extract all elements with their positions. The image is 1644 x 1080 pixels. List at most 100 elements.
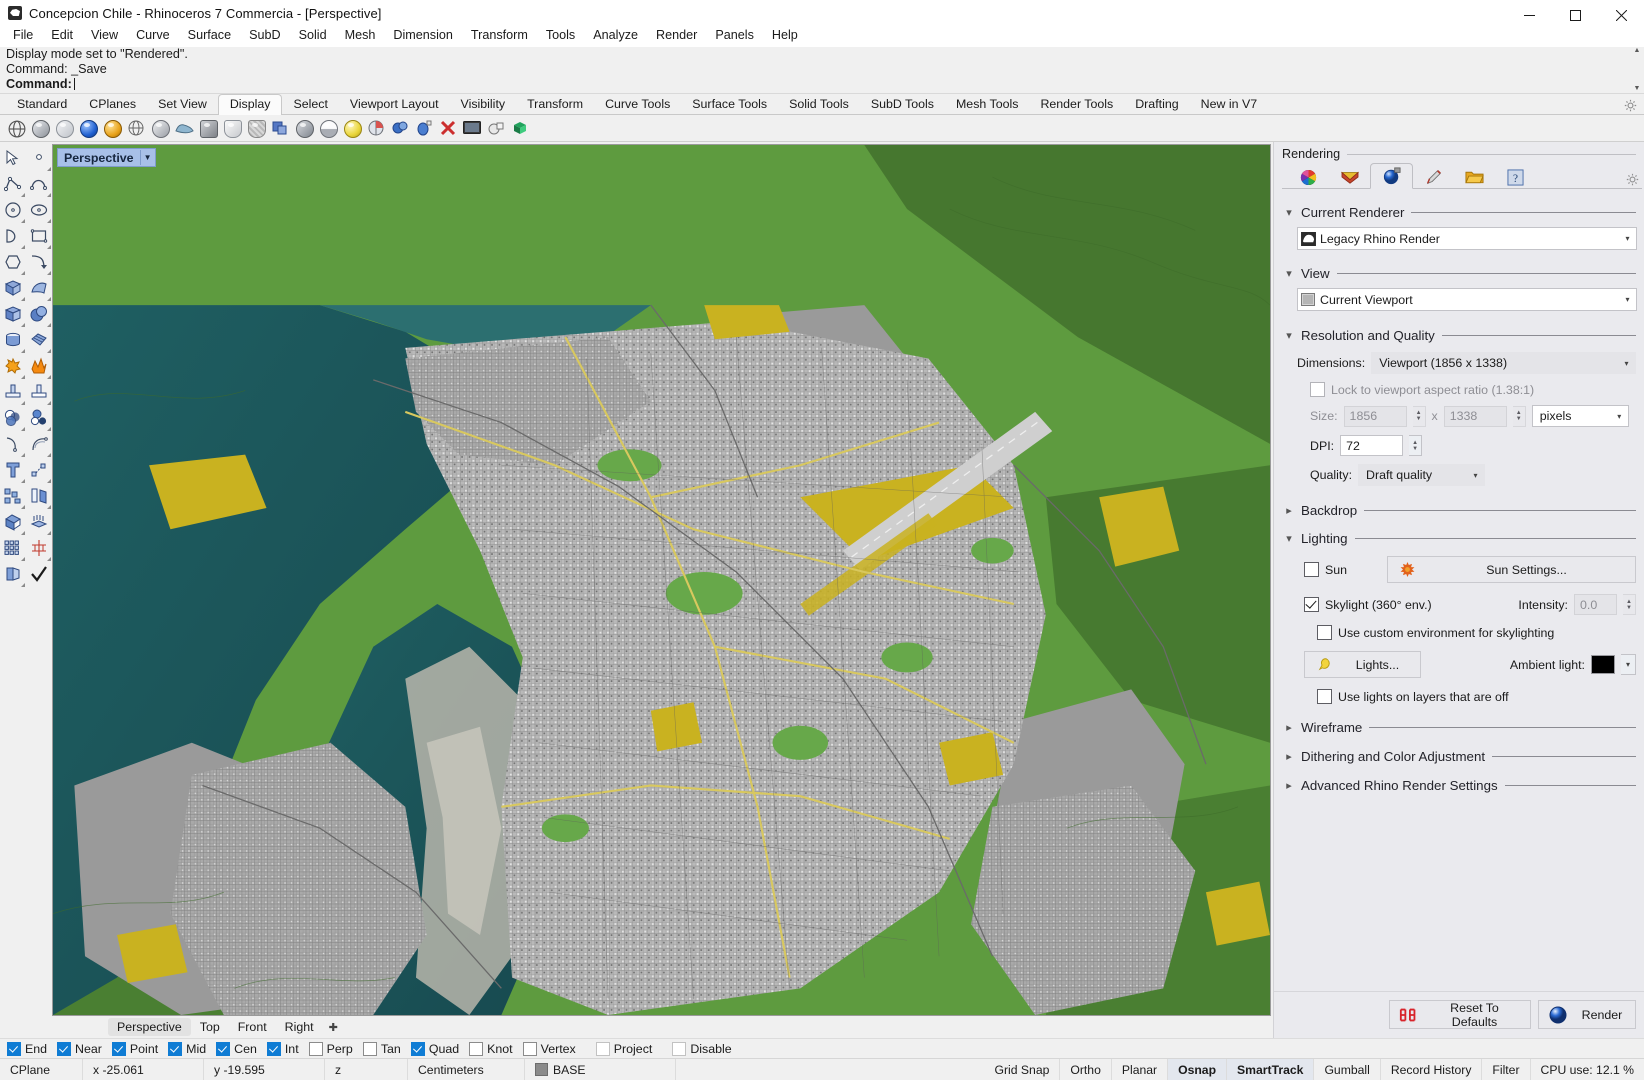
- osnap-end[interactable]: End: [7, 1041, 54, 1056]
- arctic-icon[interactable]: [101, 117, 123, 139]
- menu-item-transform[interactable]: Transform: [462, 25, 537, 45]
- status-cplane[interactable]: CPlane: [0, 1059, 83, 1080]
- lights-off-row[interactable]: Use lights on layers that are off: [1317, 689, 1636, 704]
- viewport-tab-top[interactable]: Top: [191, 1018, 229, 1036]
- dimensions-combobox[interactable]: Viewport (1856 x 1338) ▾: [1371, 352, 1636, 374]
- section-header-backdrop[interactable]: ▸ Backdrop: [1284, 503, 1636, 518]
- toolbar-tab-viewport-layout[interactable]: Viewport Layout: [339, 95, 450, 114]
- lock-aspect-row[interactable]: Lock to viewport aspect ratio (1.38:1): [1310, 382, 1636, 397]
- chevron-down-icon[interactable]: ▾: [1284, 206, 1294, 219]
- boolean-union-icon[interactable]: [0, 406, 26, 432]
- status-layer[interactable]: BASE: [525, 1059, 676, 1080]
- menu-item-tools[interactable]: Tools: [537, 25, 584, 45]
- toolbar-tab-render-tools[interactable]: Render Tools: [1029, 95, 1124, 114]
- fillet-icon[interactable]: [26, 432, 52, 458]
- menu-item-curve[interactable]: Curve: [127, 25, 179, 45]
- raytraced-icon[interactable]: [221, 117, 243, 139]
- command-scrollbar[interactable]: ▲ ▼: [1630, 47, 1644, 93]
- size-width-stepper[interactable]: ▲ ▼: [1412, 405, 1426, 427]
- command-area[interactable]: Display mode set to "Rendered". Command:…: [0, 47, 1644, 94]
- osnap-near[interactable]: Near: [57, 1041, 109, 1056]
- chevron-down-icon[interactable]: ▾: [1619, 295, 1636, 304]
- section-header-resolution[interactable]: ▾ Resolution and Quality: [1284, 328, 1636, 343]
- gear-icon[interactable]: [1624, 99, 1637, 112]
- ambient-light-swatch[interactable]: [1591, 655, 1615, 674]
- osnap-point-checkbox[interactable]: [111, 1041, 126, 1056]
- toolbar-tab-transform[interactable]: Transform: [516, 95, 594, 114]
- text-icon[interactable]: [0, 458, 26, 484]
- osnap-near-checkbox[interactable]: [57, 1041, 72, 1056]
- status-record-history[interactable]: Record History: [1381, 1059, 1483, 1080]
- dpi-stepper[interactable]: ▲ ▼: [1409, 435, 1423, 456]
- toolbar-tab-drafting[interactable]: Drafting: [1124, 95, 1189, 114]
- chevron-down-icon[interactable]: ▾: [1284, 267, 1294, 280]
- section-header-wireframe[interactable]: ▸ Wireframe: [1284, 720, 1636, 735]
- osnap-int-checkbox[interactable]: [266, 1041, 281, 1056]
- chevron-down-icon[interactable]: ▾: [1467, 471, 1484, 480]
- boolean-icon[interactable]: [26, 354, 52, 380]
- pen-icon[interactable]: [173, 117, 195, 139]
- surface-patch-icon[interactable]: [26, 328, 52, 354]
- menu-item-dimension[interactable]: Dimension: [384, 25, 462, 45]
- surface-extrude-icon[interactable]: [26, 276, 52, 302]
- viewport-tab-right[interactable]: Right: [276, 1018, 323, 1036]
- environments-tab[interactable]: [1329, 165, 1370, 189]
- ellipse-icon[interactable]: [26, 198, 52, 224]
- osnap-mid[interactable]: Mid: [168, 1041, 213, 1056]
- menu-item-help[interactable]: Help: [763, 25, 807, 45]
- extrude-icon[interactable]: [26, 510, 52, 536]
- osnap-mid-checkbox[interactable]: [168, 1041, 183, 1056]
- menu-item-analyze[interactable]: Analyze: [584, 25, 647, 45]
- menu-item-subd[interactable]: SubD: [240, 25, 290, 45]
- fillet-curve-icon[interactable]: [26, 250, 52, 276]
- section-header-current-renderer[interactable]: ▾ Current Renderer: [1284, 205, 1636, 220]
- toolbar-tab-subd-tools[interactable]: SubD Tools: [860, 95, 945, 114]
- surface-from-curves-icon[interactable]: [0, 276, 26, 302]
- shell-icon[interactable]: [0, 510, 26, 536]
- lights-button[interactable]: Lights...: [1304, 651, 1421, 678]
- toolbar-tab-mesh-tools[interactable]: Mesh Tools: [945, 95, 1029, 114]
- menu-item-panels[interactable]: Panels: [706, 25, 763, 45]
- box-icon[interactable]: [0, 302, 26, 328]
- section-header-lighting[interactable]: ▾ Lighting: [1284, 531, 1636, 546]
- materials-tab[interactable]: [1288, 165, 1329, 189]
- artistic-icon[interactable]: [197, 117, 219, 139]
- dimension-icon[interactable]: [26, 458, 52, 484]
- size-width-input[interactable]: 1856: [1343, 405, 1407, 427]
- size-units-combobox[interactable]: pixels ▾: [1531, 405, 1629, 427]
- chevron-down-icon[interactable]: ▾: [1619, 234, 1636, 243]
- display-options-icon[interactable]: [269, 117, 291, 139]
- osnap-cen-checkbox[interactable]: [216, 1041, 231, 1056]
- status-ortho[interactable]: Ortho: [1060, 1059, 1112, 1080]
- minimize-icon[interactable]: [1506, 0, 1552, 31]
- osnap-vertex-checkbox[interactable]: [522, 1041, 537, 1056]
- array-icon[interactable]: [0, 484, 26, 510]
- skylight-checkbox[interactable]: [1304, 597, 1319, 612]
- menu-item-file[interactable]: File: [4, 25, 42, 45]
- grid-array-icon[interactable]: [0, 536, 26, 562]
- section-header-advanced[interactable]: ▸ Advanced Rhino Render Settings: [1284, 778, 1636, 793]
- gear-icon[interactable]: [1626, 173, 1639, 186]
- render-button[interactable]: Render: [1538, 1000, 1636, 1029]
- explode-icon[interactable]: [0, 354, 26, 380]
- osnap-quad[interactable]: Quad: [410, 1041, 466, 1056]
- lights-on-off-layers-checkbox[interactable]: [1317, 689, 1332, 704]
- custom-env-row[interactable]: Use custom environment for skylighting: [1317, 625, 1636, 640]
- osnap-quad-checkbox[interactable]: [410, 1041, 425, 1056]
- dpi-input[interactable]: 72: [1340, 435, 1404, 456]
- copy-icon[interactable]: [0, 562, 26, 588]
- trim-icon[interactable]: [0, 380, 26, 406]
- perspective-viewport[interactable]: Perspective ▼: [52, 144, 1271, 1016]
- osnap-perp[interactable]: Perp: [308, 1041, 360, 1056]
- toolbar-tab-standard[interactable]: Standard: [6, 95, 78, 114]
- viewport-title-bar[interactable]: Perspective ▼: [57, 148, 156, 167]
- osnap-knot-checkbox[interactable]: [469, 1041, 484, 1056]
- intensity-stepper[interactable]: ▲ ▼: [1623, 594, 1636, 615]
- rotate-icon[interactable]: [26, 536, 52, 562]
- shaded-icon[interactable]: [29, 117, 51, 139]
- menu-item-mesh[interactable]: Mesh: [336, 25, 385, 45]
- toolbar-tab-new-in-v7[interactable]: New in V7: [1190, 95, 1268, 114]
- help-tab[interactable]: ?: [1495, 165, 1536, 189]
- chevron-down-icon[interactable]: ▼: [141, 153, 155, 162]
- chevron-down-icon[interactable]: ▾: [1284, 532, 1294, 545]
